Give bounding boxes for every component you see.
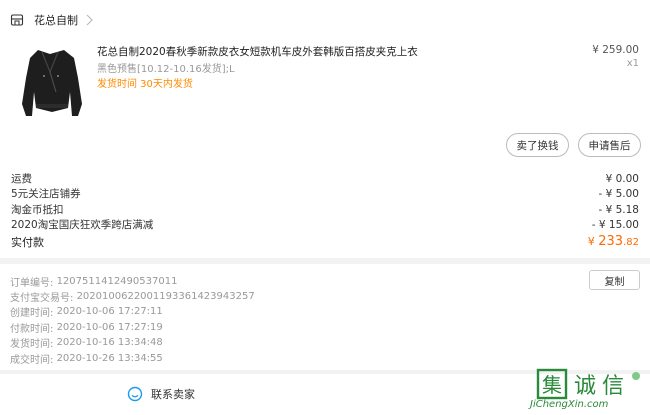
order-item-card: 花总自制 花总自制2020春秋季新款皮衣女短款机车皮外套韩版百搭皮夹克上衣 黑色… bbox=[0, 0, 650, 258]
info-label: 成交时间: bbox=[10, 355, 54, 366]
info-value: 2020-10-06 17:27:11 bbox=[56, 306, 163, 317]
info-value: 2020-10-16 13:34:48 bbox=[56, 337, 163, 348]
chat-icon bbox=[127, 386, 143, 402]
paid-time-line: 付款时间: 2020-10-06 17:27:19 bbox=[10, 320, 163, 335]
fee-label: 运费 bbox=[11, 173, 32, 185]
fee-value: - ¥ 5.00 bbox=[598, 187, 639, 200]
svg-text:信: 信 bbox=[602, 374, 624, 399]
copy-order-number-button[interactable]: 复制 bbox=[589, 270, 640, 290]
fee-row-taojinbi: 淘金币抵扣 - ¥ 5.18 bbox=[11, 202, 639, 217]
info-label: 订单编号: bbox=[10, 278, 54, 289]
info-label: 支付宝交易号: bbox=[10, 293, 74, 304]
product-title[interactable]: 花总自制2020春秋季新款皮衣女短款机车皮外套韩版百搭皮夹克上衣 bbox=[97, 44, 418, 59]
total-integer: 233 bbox=[598, 234, 624, 249]
watermark-url: JiChengXin.com bbox=[530, 399, 609, 410]
total-decimal: .82 bbox=[623, 237, 639, 248]
fee-value: - ¥ 15.00 bbox=[591, 218, 639, 231]
fee-value: ¥ 0.00 bbox=[605, 172, 639, 185]
fee-row-shipping: 运费 ¥ 0.00 bbox=[11, 171, 639, 186]
info-label: 创建时间: bbox=[10, 308, 54, 319]
info-label: 付款时间: bbox=[10, 324, 54, 335]
contact-seller-button[interactable]: 联系卖家 bbox=[127, 386, 195, 402]
after-sale-button[interactable]: 申请售后 bbox=[578, 133, 641, 157]
total-row: 实付款 ¥ 233.82 bbox=[11, 233, 639, 250]
alipay-trade-line: 支付宝交易号: 2020100622001193361423943257 bbox=[10, 289, 255, 304]
info-value: 2020-10-26 13:34:55 bbox=[56, 353, 163, 364]
chevron-right-icon bbox=[86, 14, 93, 26]
shipped-time-line: 发货时间: 2020-10-16 13:34:48 bbox=[10, 335, 163, 350]
total-label: 实付款 bbox=[11, 235, 44, 249]
fee-row-discount: 2020淘宝国庆狂欢季跨店满减 - ¥ 15.00 bbox=[11, 217, 639, 232]
shop-icon bbox=[10, 14, 24, 26]
info-value: 2020100622001193361423943257 bbox=[76, 291, 255, 302]
product-thumbnail[interactable] bbox=[12, 42, 90, 122]
resell-button[interactable]: 卖了换钱 bbox=[506, 133, 569, 157]
order-number-line: 订单编号: 1207511412490537011 bbox=[10, 274, 177, 289]
info-value: 2020-10-06 17:27:19 bbox=[56, 322, 163, 333]
info-label: 发货时间: bbox=[10, 339, 54, 350]
svg-text:集: 集 bbox=[542, 373, 562, 397]
created-time-line: 创建时间: 2020-10-06 17:27:11 bbox=[10, 304, 163, 319]
fee-label: 2020淘宝国庆狂欢季跨店满减 bbox=[11, 219, 154, 231]
shipping-note: 发货时间 30天内发货 bbox=[97, 79, 193, 90]
svg-text:诚: 诚 bbox=[574, 374, 596, 399]
completed-time-line: 成交时间: 2020-10-26 13:34:55 bbox=[10, 351, 163, 366]
product-spec: 黑色预售[10.12-10.16发货];L bbox=[97, 64, 235, 75]
fee-label: 淘金币抵扣 bbox=[11, 204, 64, 216]
product-quantity: x1 bbox=[626, 58, 639, 69]
info-value: 1207511412490537011 bbox=[56, 276, 178, 287]
fee-label: 5元关注店铺券 bbox=[11, 188, 81, 200]
shop-header[interactable]: 花总自制 bbox=[10, 11, 93, 29]
product-price: ¥ 259.00 bbox=[592, 44, 639, 56]
total-currency: ¥ bbox=[587, 235, 595, 248]
fee-row-coupon: 5元关注店铺券 - ¥ 5.00 bbox=[11, 186, 639, 201]
fee-value: - ¥ 5.18 bbox=[598, 203, 639, 216]
contact-seller-label: 联系卖家 bbox=[151, 388, 195, 401]
total-amount: ¥ 233.82 bbox=[588, 234, 639, 249]
shop-name: 花总自制 bbox=[34, 14, 78, 27]
